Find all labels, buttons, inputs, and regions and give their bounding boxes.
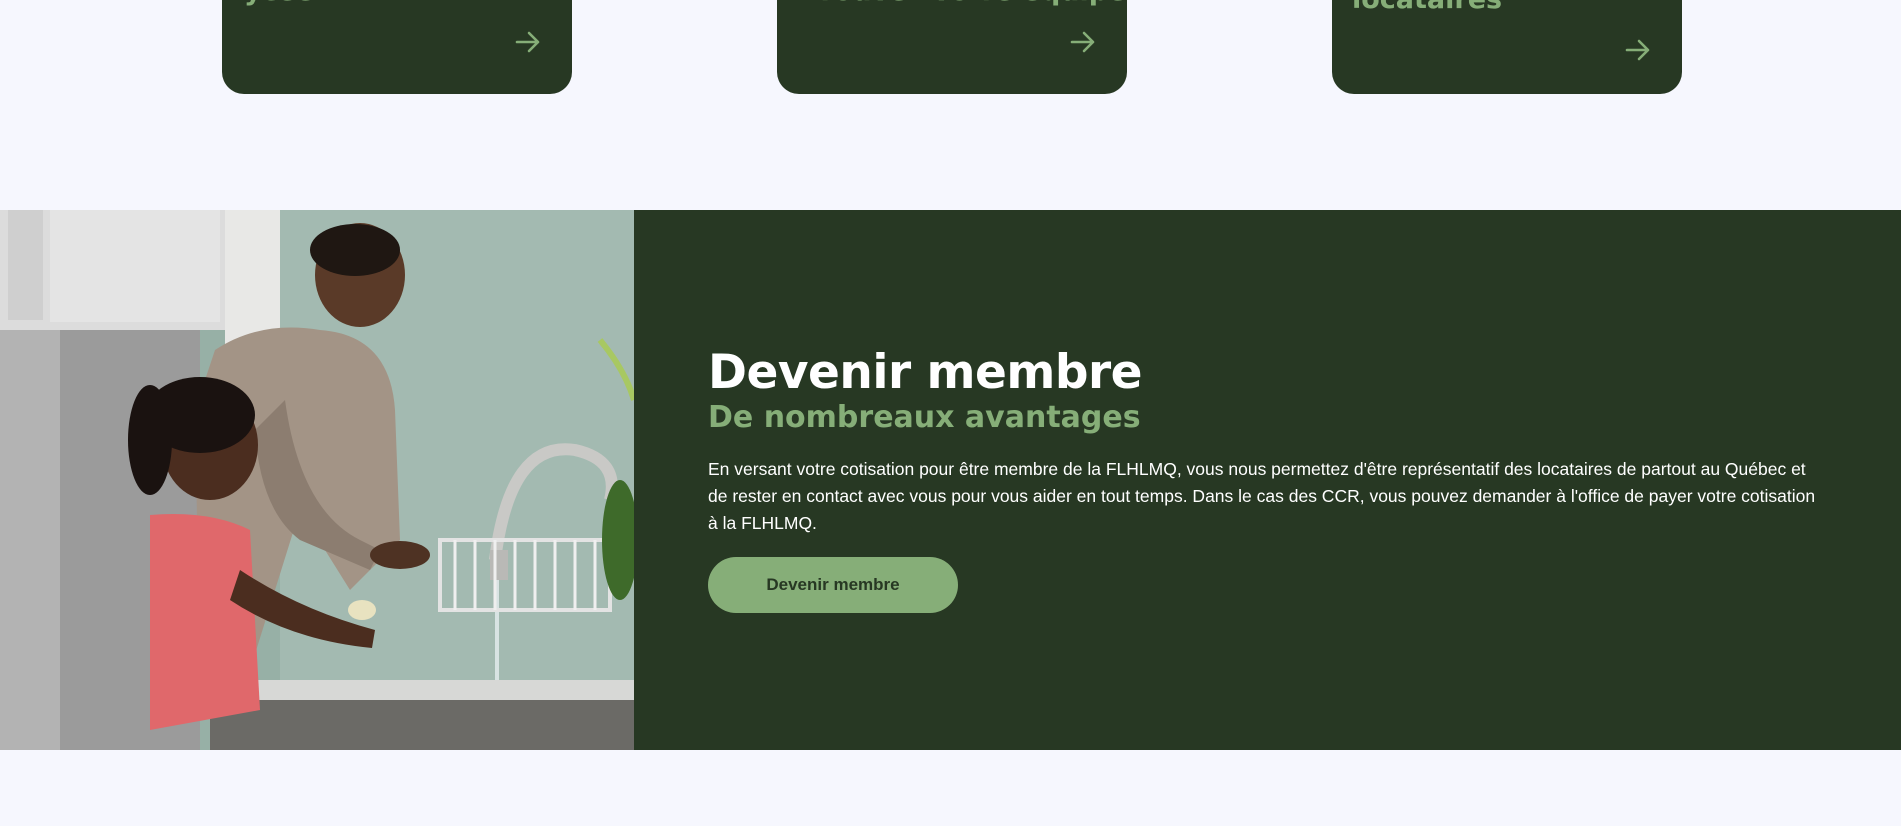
membership-description: En versant votre cotisation pour être me… [708,459,1816,533]
membership-section: Devenir membre De nombreaux avantages En… [0,210,1901,750]
parent-child-photo [0,210,634,750]
photo-illustration [0,210,634,750]
membership-title: Devenir membre [708,345,1143,400]
card-title: Trouvez votre équipe [805,0,1126,8]
page: ycee Trouvez votre équipe locataires [0,0,1901,826]
membership-content: Devenir membre De nombreaux avantages En… [708,346,1828,613]
arrow-right-icon[interactable] [1624,36,1652,64]
become-member-button[interactable]: Devenir membre [708,557,958,613]
feature-card-3[interactable]: locataires [1332,0,1682,94]
feature-card-1[interactable]: ycee [222,0,572,94]
arrow-right-icon[interactable] [1069,28,1097,56]
card-title: locataires [1352,0,1502,16]
arrow-right-icon[interactable] [514,28,542,56]
card-title: ycee [244,0,314,8]
feature-card-2[interactable]: Trouvez votre équipe [777,0,1127,94]
membership-subtitle: De nombreaux avantages [708,400,1141,435]
